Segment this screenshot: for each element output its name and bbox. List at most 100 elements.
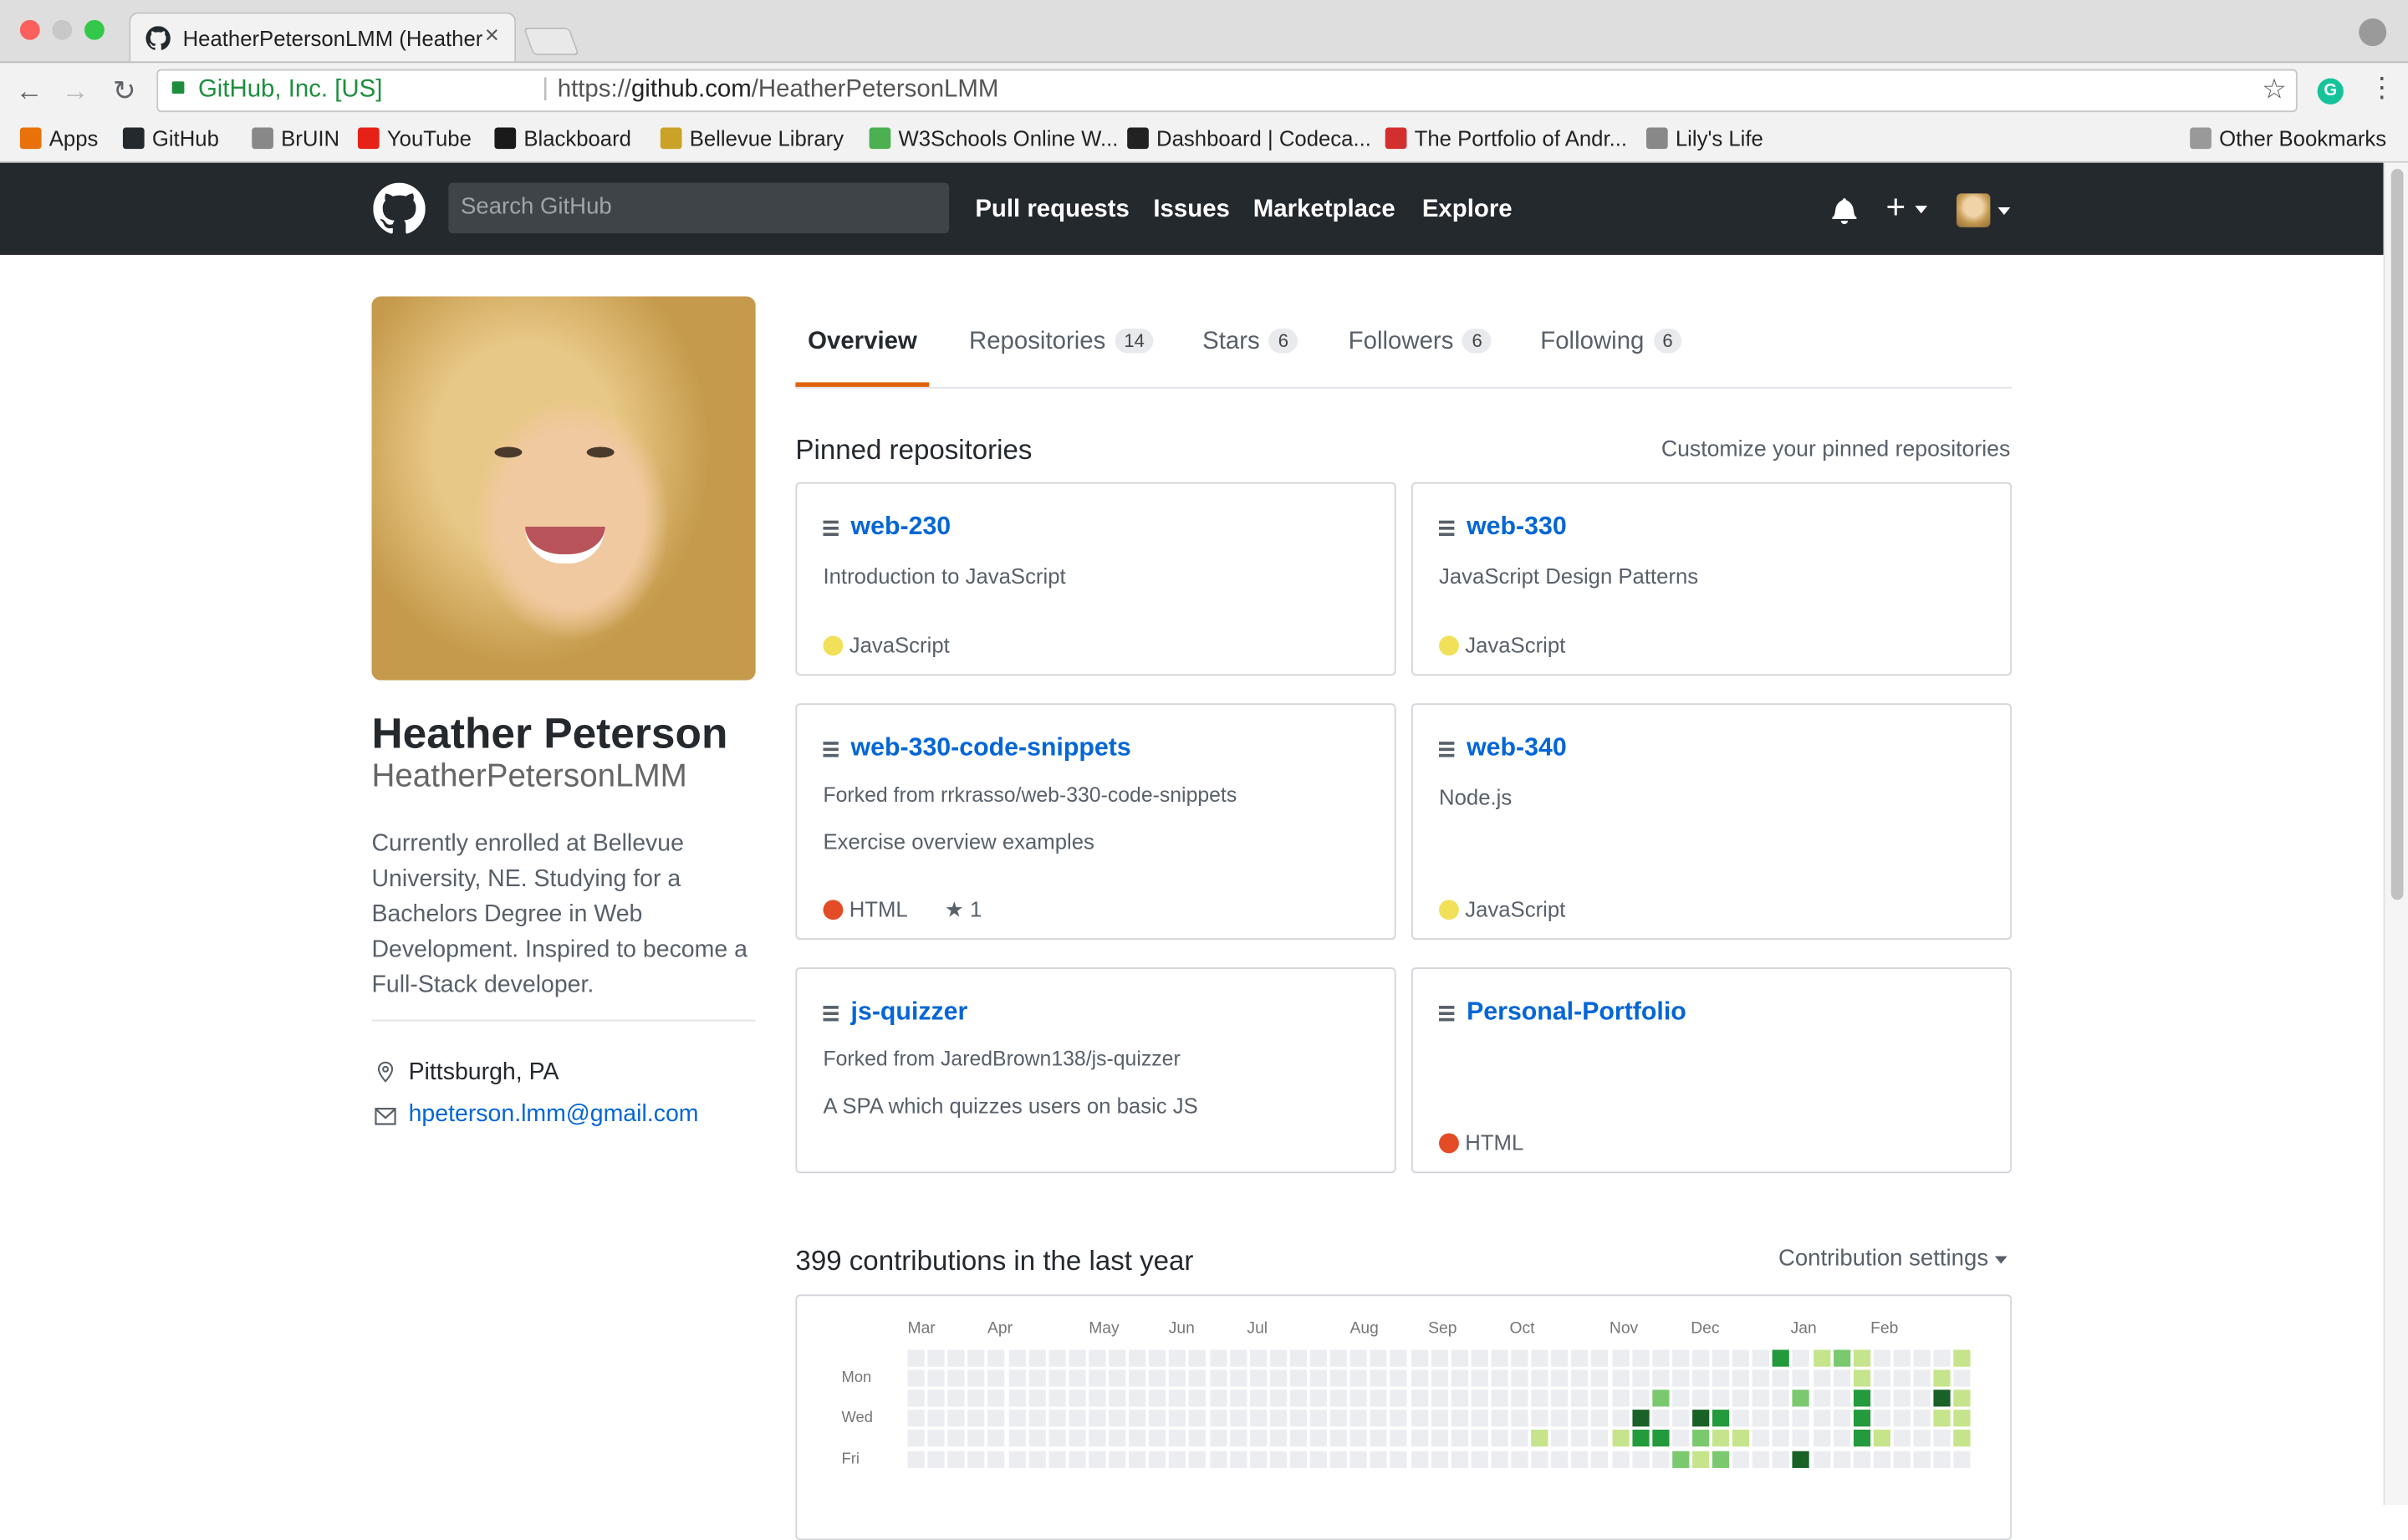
contribution-day-cell[interactable] [1329,1410,1347,1427]
nav-issues[interactable]: Issues [1153,196,1229,224]
contribution-day-cell[interactable] [1893,1410,1911,1427]
contribution-day-cell[interactable] [1511,1369,1528,1387]
contribution-day-cell[interactable] [1853,1450,1870,1467]
contribution-day-cell[interactable] [1289,1369,1307,1387]
contribution-day-cell[interactable] [1853,1369,1870,1387]
contribution-day-cell[interactable] [947,1349,965,1367]
minimize-window-button[interactable] [52,19,73,40]
contribution-day-cell[interactable] [1109,1390,1126,1407]
new-tab-button[interactable] [523,28,579,56]
contribution-day-cell[interactable] [1028,1430,1046,1447]
contribution-day-cell[interactable] [1651,1369,1669,1387]
contribution-day-cell[interactable] [1591,1450,1609,1467]
contribution-day-cell[interactable] [1008,1369,1026,1387]
nav-explore[interactable]: Explore [1422,196,1513,224]
contribution-day-cell[interactable] [1531,1430,1548,1447]
contribution-day-cell[interactable] [1853,1390,1870,1407]
contribution-day-cell[interactable] [1511,1430,1528,1447]
contribution-day-cell[interactable] [1431,1450,1448,1467]
contribution-day-cell[interactable] [967,1450,985,1467]
contribution-day-cell[interactable] [1732,1369,1750,1387]
contribution-day-cell[interactable] [1329,1349,1347,1367]
contribution-day-cell[interactable] [1269,1369,1287,1387]
bookmark-item[interactable]: W3Schools Online W... [869,126,1118,150]
contribution-day-cell[interactable] [927,1369,945,1387]
contribution-day-cell[interactable] [1349,1369,1368,1387]
contribution-day-cell[interactable] [1773,1369,1790,1387]
contribution-day-cell[interactable] [1089,1349,1106,1367]
contribution-day-cell[interactable] [1451,1450,1468,1467]
contribution-day-cell[interactable] [1309,1430,1327,1447]
contribution-day-cell[interactable] [1289,1450,1307,1467]
repo-name-link[interactable]: web-340 [1467,734,1567,763]
contribution-day-cell[interactable] [1813,1450,1830,1467]
contribution-day-cell[interactable] [967,1410,985,1427]
contribution-day-cell[interactable] [1209,1450,1227,1467]
repo-stars[interactable]: ★ 1 [945,897,982,921]
contribution-day-cell[interactable] [1109,1430,1126,1447]
contribution-day-cell[interactable] [1048,1450,1066,1467]
contribution-day-cell[interactable] [1853,1430,1870,1447]
contribution-day-cell[interactable] [1611,1410,1629,1427]
chrome-profile-icon[interactable] [2359,18,2387,47]
contribution-day-cell[interactable] [1149,1349,1166,1367]
contribution-day-cell[interactable] [1873,1450,1890,1467]
contribution-day-cell[interactable] [1591,1390,1609,1407]
page-scrollbar[interactable] [2383,162,2408,1505]
contribution-day-cell[interactable] [1109,1369,1126,1387]
contribution-day-cell[interactable] [1551,1410,1569,1427]
contribution-day-cell[interactable] [1028,1410,1046,1427]
contribution-day-cell[interactable] [1793,1390,1810,1407]
contribution-day-cell[interactable] [1008,1349,1026,1367]
contribution-day-cell[interactable] [1169,1349,1186,1367]
back-arrow-icon[interactable]: ← [13,75,46,108]
contribution-day-cell[interactable] [1229,1369,1247,1387]
forward-arrow-icon[interactable]: → [59,75,92,108]
contribution-day-cell[interactable] [1008,1390,1026,1407]
contribution-day-cell[interactable] [1289,1390,1307,1407]
contribution-day-cell[interactable] [1189,1349,1207,1367]
contribution-day-cell[interactable] [1411,1430,1428,1447]
contribution-day-cell[interactable] [1209,1390,1227,1407]
contribution-day-cell[interactable] [1451,1349,1468,1367]
contribution-day-cell[interactable] [1752,1410,1770,1427]
contribution-day-cell[interactable] [1289,1349,1307,1367]
contribution-day-cell[interactable] [1189,1410,1207,1427]
contribution-day-cell[interactable] [1390,1410,1408,1427]
contribution-day-cell[interactable] [1249,1410,1267,1427]
contribution-day-cell[interactable] [1008,1450,1026,1467]
contribution-day-cell[interactable] [1793,1430,1810,1447]
contribution-day-cell[interactable] [1411,1450,1428,1467]
contribution-day-cell[interactable] [927,1450,945,1467]
contribution-day-cell[interactable] [1571,1450,1589,1467]
contribution-day-cell[interactable] [1309,1369,1327,1387]
contribution-day-cell[interactable] [1913,1450,1931,1467]
contribution-day-cell[interactable] [1411,1349,1428,1367]
contribution-day-cell[interactable] [1551,1390,1569,1407]
contribution-day-cell[interactable] [1551,1349,1569,1367]
contribution-day-cell[interactable] [1651,1349,1669,1367]
contribution-day-cell[interactable] [1149,1430,1166,1447]
contribution-day-cell[interactable] [1571,1410,1589,1427]
contribution-day-cell[interactable] [1491,1390,1508,1407]
contribution-day-cell[interactable] [1813,1369,1830,1387]
contribution-day-cell[interactable] [1309,1450,1327,1467]
contribution-day-cell[interactable] [1269,1410,1287,1427]
contribution-day-cell[interactable] [1109,1349,1126,1367]
contribution-day-cell[interactable] [1913,1369,1931,1387]
contribution-day-cell[interactable] [1752,1430,1770,1447]
contribution-day-cell[interactable] [1329,1450,1347,1467]
contribution-day-cell[interactable] [1833,1369,1850,1387]
contribution-day-cell[interactable] [1349,1390,1368,1407]
contribution-day-cell[interactable] [1169,1450,1186,1467]
contribution-day-cell[interactable] [1169,1390,1186,1407]
contribution-day-cell[interactable] [1873,1430,1890,1447]
contribution-day-cell[interactable] [1390,1369,1408,1387]
contribution-day-cell[interactable] [1953,1410,1971,1427]
contribution-day-cell[interactable] [1149,1369,1166,1387]
contribution-day-cell[interactable] [1451,1369,1468,1387]
bookmark-item[interactable]: Other Bookmarks [2190,126,2386,150]
contribution-day-cell[interactable] [1169,1369,1186,1387]
contribution-day-cell[interactable] [1913,1410,1931,1427]
contribution-day-cell[interactable] [1651,1430,1669,1447]
